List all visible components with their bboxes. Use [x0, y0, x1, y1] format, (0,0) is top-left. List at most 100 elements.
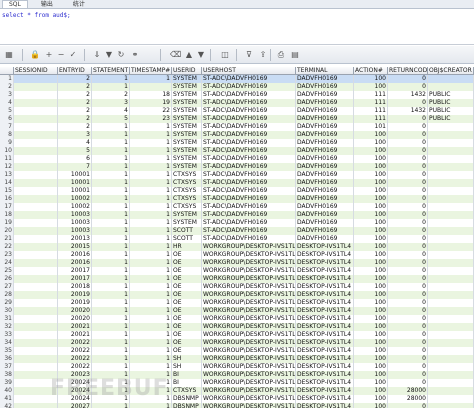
table-cell[interactable]: 1: [92, 299, 130, 307]
table-row[interactable]: 10 5 1 1 SYSTEM ST-ADC\DADVFH0169 DADVFH0169 10…: [0, 147, 474, 155]
table-cell[interactable]: 1: [130, 251, 172, 259]
table-cell[interactable]: [428, 83, 474, 91]
table-row[interactable]: 23 20016 1 1 OE WORKGROUP\DESKTOP-IVS1TL4 DESK…: [0, 251, 474, 259]
table-cell[interactable]: 0: [388, 235, 428, 243]
table-cell[interactable]: 100: [354, 371, 388, 379]
table-cell[interactable]: ST-ADC\DADVFH0169: [202, 163, 296, 171]
eraser-icon[interactable]: ⌫: [170, 50, 181, 60]
table-row[interactable]: 25 20017 1 1 OE WORKGROUP\DESKTOP-IVS1TL4 DESK…: [0, 267, 474, 275]
table-cell[interactable]: [428, 259, 474, 267]
table-cell[interactable]: CTXSYS: [172, 171, 202, 179]
table-cell[interactable]: ST-ADC\DADVFH0169: [202, 115, 296, 123]
table-cell[interactable]: ST-ADC\DADVFH0169: [202, 179, 296, 187]
table-cell[interactable]: 1: [92, 211, 130, 219]
table-cell[interactable]: [428, 195, 474, 203]
table-cell[interactable]: 20021: [58, 331, 92, 339]
table-cell[interactable]: 0: [388, 123, 428, 131]
table-cell[interactable]: DESKTOP-IVS1TL4: [296, 355, 354, 363]
table-cell[interactable]: ST-ADC\DADVFH0169: [202, 75, 296, 83]
table-cell[interactable]: 1: [92, 291, 130, 299]
table-cell[interactable]: [14, 75, 58, 83]
table-cell[interactable]: WORKGROUP\DESKTOP-IVS1TL4: [202, 347, 296, 355]
column-header[interactable]: STATEMENT: [92, 67, 130, 75]
table-cell[interactable]: SYSTEM: [172, 115, 202, 123]
table-cell[interactable]: 0: [388, 259, 428, 267]
column-header[interactable]: USERID: [172, 67, 202, 75]
table-row[interactable]: 29 20019 1 1 OE WORKGROUP\DESKTOP-IVS1TL4 DESK…: [0, 299, 474, 307]
table-row[interactable]: 6 2 5 23 SYSTEM ST-ADC\DADVFH0169 DADVFH0169 11…: [0, 115, 474, 123]
table-cell[interactable]: 100: [354, 243, 388, 251]
table-cell[interactable]: WORKGROUP\DESKTOP-IVS1TL4: [202, 243, 296, 251]
table-cell[interactable]: DBSNMP: [172, 395, 202, 403]
table-cell[interactable]: 1: [92, 307, 130, 315]
table-cell[interactable]: 0: [388, 339, 428, 347]
table-cell[interactable]: 1: [130, 299, 172, 307]
table-cell[interactable]: SH: [172, 355, 202, 363]
table-cell[interactable]: CTXSYS: [172, 187, 202, 195]
table-cell[interactable]: 1: [130, 131, 172, 139]
table-cell[interactable]: PUBLIC: [428, 115, 474, 123]
table-cell[interactable]: WORKGROUP\DESKTOP-IVS1TL4: [202, 395, 296, 403]
table-cell[interactable]: SCOTT: [172, 235, 202, 243]
table-row[interactable]: 34 20022 1 1 OE WORKGROUP\DESKTOP-IVS1TL4 DESK…: [0, 339, 474, 347]
table-cell[interactable]: DADVFH0169: [296, 107, 354, 115]
table-cell[interactable]: [428, 267, 474, 275]
table-cell[interactable]: 20017: [58, 275, 92, 283]
table-cell[interactable]: 0: [388, 147, 428, 155]
table-cell[interactable]: 20018: [58, 283, 92, 291]
table-cell[interactable]: 20015: [58, 243, 92, 251]
table-cell[interactable]: 1: [130, 315, 172, 323]
table-row[interactable]: 32 20021 1 1 OE WORKGROUP\DESKTOP-IVS1TL4 DESK…: [0, 323, 474, 331]
table-cell[interactable]: 20027: [58, 403, 92, 408]
tab-1[interactable]: 输出: [34, 0, 60, 8]
table-cell[interactable]: 1: [130, 187, 172, 195]
table-row[interactable]: 31 20020 1 1 OE WORKGROUP\DESKTOP-IVS1TL4 DESK…: [0, 315, 474, 323]
table-row[interactable]: 35 20022 1 1 OE WORKGROUP\DESKTOP-IVS1TL4 DESK…: [0, 347, 474, 355]
table-cell[interactable]: SYSTEM: [172, 155, 202, 163]
table-cell[interactable]: 0: [388, 267, 428, 275]
table-cell[interactable]: 0: [388, 219, 428, 227]
table-cell[interactable]: 100: [354, 195, 388, 203]
table-cell[interactable]: ST-ADC\DADVFH0169: [202, 99, 296, 107]
table-cell[interactable]: 1: [130, 171, 172, 179]
table-cell[interactable]: WORKGROUP\DESKTOP-IVS1TL4: [202, 339, 296, 347]
table-cell[interactable]: [428, 339, 474, 347]
table-cell[interactable]: 3: [92, 99, 130, 107]
table-cell[interactable]: 1: [130, 403, 172, 408]
table-cell[interactable]: 0: [388, 307, 428, 315]
table-row[interactable]: 30 20020 1 1 OE WORKGROUP\DESKTOP-IVS1TL4 DESK…: [0, 307, 474, 315]
table-cell[interactable]: WORKGROUP\DESKTOP-IVS1TL4: [202, 283, 296, 291]
table-row[interactable]: 36 20022 1 1 SH WORKGROUP\DESKTOP-IVS1TL4 DESK…: [0, 355, 474, 363]
table-cell[interactable]: WORKGROUP\DESKTOP-IVS1TL4: [202, 275, 296, 283]
table-cell[interactable]: DADVFH0169: [296, 75, 354, 83]
table-cell[interactable]: [14, 147, 58, 155]
table-cell[interactable]: 2: [58, 123, 92, 131]
table-cell[interactable]: DESKTOP-IVS1TL4: [296, 403, 354, 408]
table-cell[interactable]: [14, 203, 58, 211]
table-cell[interactable]: 1: [92, 83, 130, 91]
column-header[interactable]: ENTRYID: [58, 67, 92, 75]
table-cell[interactable]: 100: [354, 179, 388, 187]
table-cell[interactable]: 1: [130, 147, 172, 155]
table-cell[interactable]: [14, 187, 58, 195]
table-cell[interactable]: DESKTOP-IVS1TL4: [296, 275, 354, 283]
column-header[interactable]: RETURNCODE: [388, 67, 428, 75]
table-cell[interactable]: 4: [92, 107, 130, 115]
table-cell[interactable]: 0: [388, 323, 428, 331]
table-cell[interactable]: [14, 83, 58, 91]
table-cell[interactable]: SYSTEM: [172, 131, 202, 139]
table-cell[interactable]: 111: [354, 99, 388, 107]
table-cell[interactable]: [14, 283, 58, 291]
table-cell[interactable]: [14, 227, 58, 235]
table-cell[interactable]: 7: [58, 163, 92, 171]
table-cell[interactable]: 5: [92, 115, 130, 123]
table-cell[interactable]: ST-ADC\DADVFH0169: [202, 147, 296, 155]
tab-0[interactable]: SQL: [2, 0, 28, 8]
table-row[interactable]: 15 10001 1 1 CTXSYS ST-ADC\DADVFH0169 DADVFH01…: [0, 187, 474, 195]
plus-icon[interactable]: +: [44, 50, 54, 60]
table-cell[interactable]: 100: [354, 227, 388, 235]
table-cell[interactable]: 111: [354, 107, 388, 115]
column-header[interactable]: USERHOST: [202, 67, 296, 75]
table-row[interactable]: 28 20019 1 1 OE WORKGROUP\DESKTOP-IVS1TL4 DESK…: [0, 291, 474, 299]
table-cell[interactable]: [14, 219, 58, 227]
